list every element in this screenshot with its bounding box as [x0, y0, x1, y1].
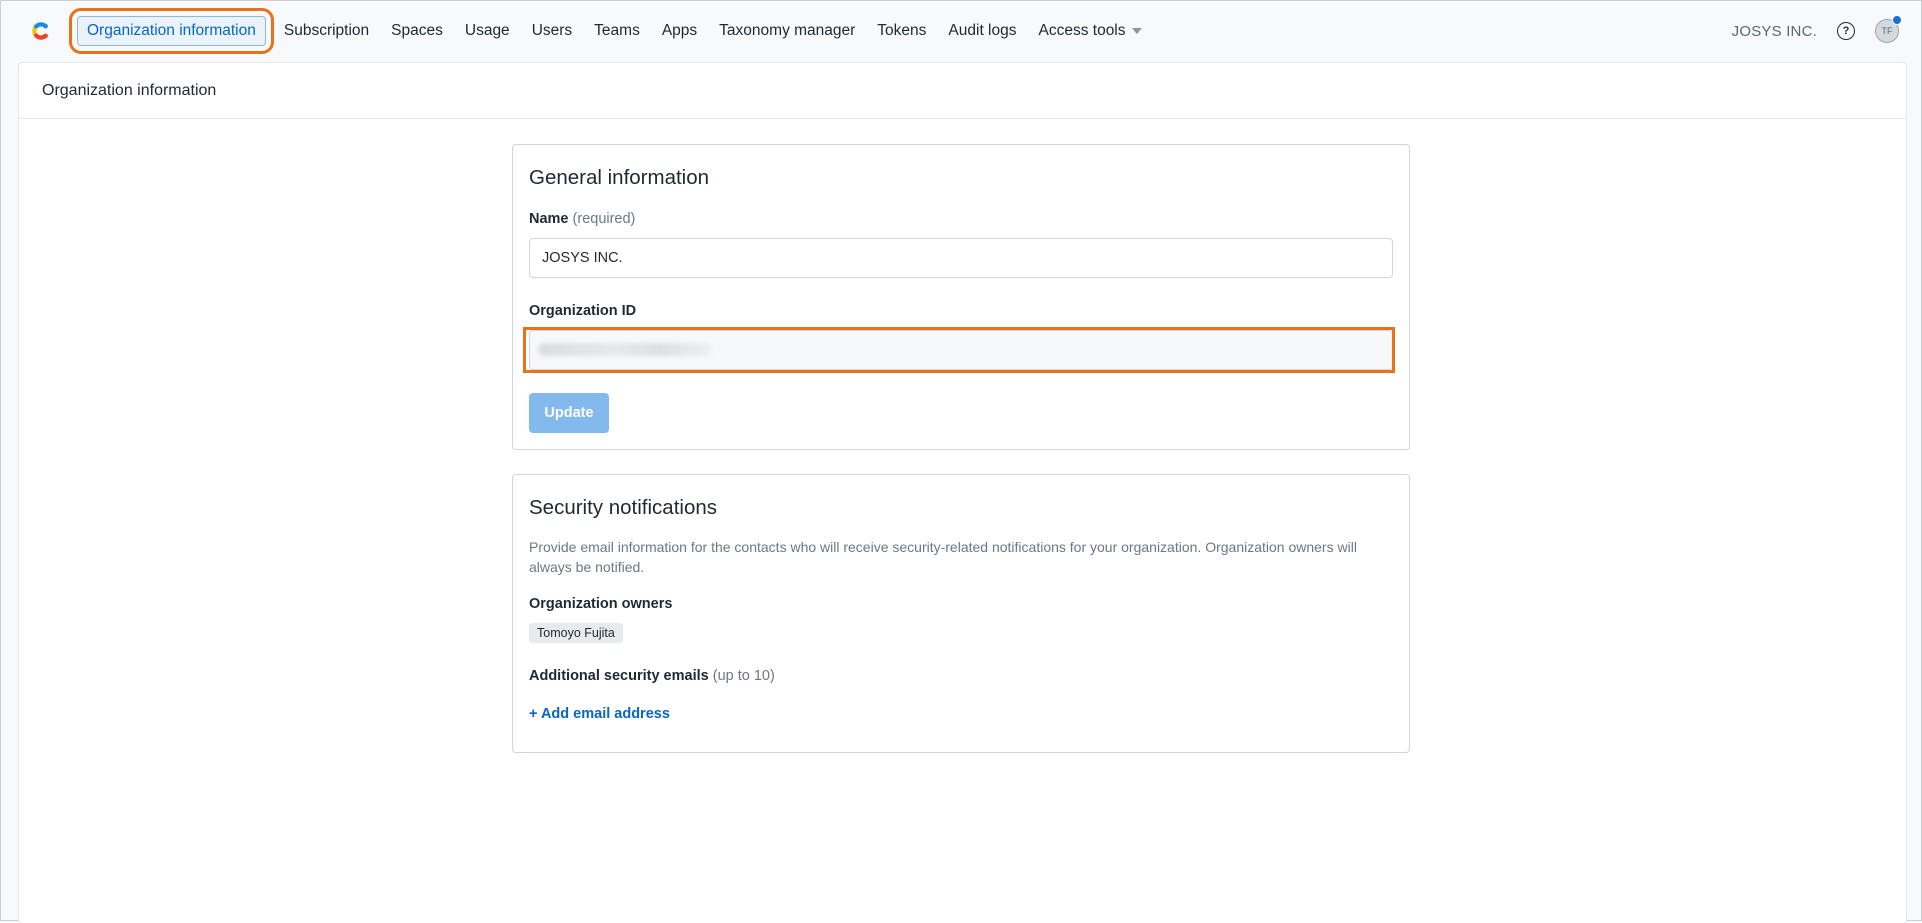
general-information-card: General information Name (required) Orga…: [512, 144, 1410, 450]
notification-dot-icon: [1892, 15, 1902, 25]
avatar-initials: TF: [1881, 26, 1893, 36]
nav-access-tools-dropdown[interactable]: Access tools: [1028, 12, 1153, 50]
nav-subscription[interactable]: Subscription: [273, 12, 380, 50]
help-icon[interactable]: ?: [1837, 22, 1855, 40]
nav-usage[interactable]: Usage: [454, 12, 521, 50]
name-field-label: Name (required): [529, 211, 635, 227]
account-area: JOSYS INC. ? TF: [1732, 15, 1902, 43]
security-notifications-heading: Security notifications: [529, 496, 718, 519]
contentful-logo-icon[interactable]: [27, 18, 53, 44]
user-avatar[interactable]: TF: [1875, 15, 1902, 43]
caret-down-icon: [1131, 27, 1142, 34]
nav-spaces[interactable]: Spaces: [380, 12, 454, 50]
add-email-address-link[interactable]: + Add email address: [529, 706, 670, 722]
nav-teams[interactable]: Teams: [583, 12, 651, 50]
nav-apps[interactable]: Apps: [651, 12, 708, 50]
nav-users[interactable]: Users: [521, 12, 583, 50]
name-required-hint: (required): [572, 211, 636, 227]
organization-id-redacted-value: [538, 343, 712, 356]
organization-id-field[interactable]: [529, 330, 1393, 370]
page-title: Organization information: [42, 82, 217, 99]
additional-emails-hint: (up to 10): [712, 668, 775, 684]
nav-audit-logs[interactable]: Audit logs: [937, 12, 1027, 50]
nav-taxonomy-manager[interactable]: Taxonomy manager: [708, 12, 866, 50]
page-header: Organization information: [19, 63, 1906, 119]
main-nav: Organization information Subscription Sp…: [69, 8, 1153, 54]
name-label-text: Name: [529, 211, 569, 227]
name-input[interactable]: [529, 238, 1393, 278]
nav-tokens[interactable]: Tokens: [866, 12, 937, 50]
nav-access-tools-label: Access tools: [1038, 22, 1126, 39]
organization-owners-label: Organization owners: [529, 596, 673, 612]
main-panel: Organization information General informa…: [18, 62, 1907, 923]
additional-emails-label-text: Additional security emails: [529, 668, 709, 684]
top-navigation-bar: Organization information Subscription Sp…: [1, 1, 1921, 62]
security-description: Provide email information for the contac…: [529, 539, 1357, 575]
organization-switcher[interactable]: JOSYS INC.: [1732, 23, 1817, 40]
security-notifications-card: Security notifications Provide email inf…: [512, 474, 1410, 753]
general-information-heading: General information: [529, 166, 710, 189]
additional-security-emails-label: Additional security emails (up to 10): [529, 668, 775, 684]
owner-pill: Tomoyo Fujita: [529, 623, 623, 643]
nav-organization-information[interactable]: Organization information: [69, 8, 274, 54]
organization-id-label: Organization ID: [529, 303, 637, 319]
update-button[interactable]: Update: [529, 393, 609, 433]
